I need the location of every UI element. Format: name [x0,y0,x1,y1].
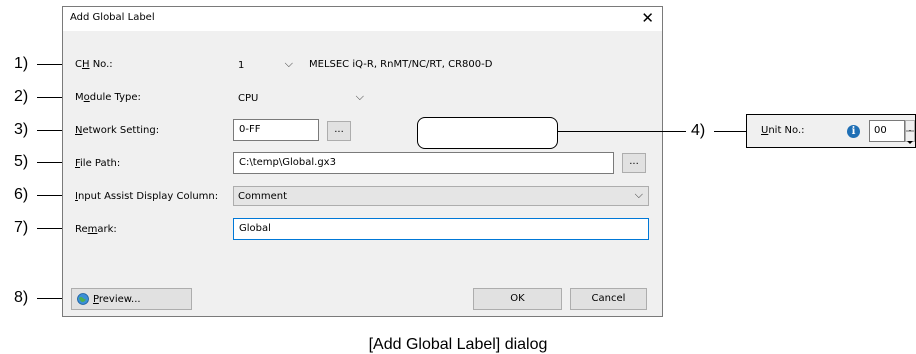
ch-no-description: MELSEC iQ-R, RnMT/NC/RT, CR800-D [309,59,493,70]
unit-no-input[interactable]: 00 [869,120,905,142]
close-icon[interactable]: ✕ [641,9,654,27]
callout-8: 8) [14,289,29,306]
preview-globe-icon [77,293,89,305]
ok-button[interactable]: OK [473,288,562,310]
callout-line-4b [714,131,746,132]
info-icon: i [847,125,860,138]
callout-2: 2) [14,88,29,105]
preview-button[interactable]: Preview... [71,288,192,310]
input-assist-label: Input Assist Display Column: [75,191,219,202]
callout-3: 3) [14,121,29,138]
callout-5: 5) [14,153,29,170]
ch-no-label: CH No.: [75,59,113,70]
ch-no-select[interactable]: 1 ⌵ [233,55,299,75]
module-type-label: Module Type: [75,92,141,103]
callout-line-4a [558,131,686,132]
unit-no-inset: Unit No.: i 00 [746,114,916,148]
unit-no-placeholder-box [417,117,558,149]
chevron-down-icon: ⌵ [634,188,643,201]
network-setting-browse-button[interactable]: ... [327,121,351,141]
callout-7: 7) [14,219,29,236]
callout-1: 1) [14,55,29,72]
chevron-down-icon: ⌵ [284,57,293,70]
module-type-select[interactable]: CPU ⌵ [233,88,370,108]
chevron-down-icon: ⌵ [355,90,364,103]
network-setting-input[interactable]: 0-FF [233,119,319,141]
file-path-label: File Path: [75,158,121,169]
cancel-button[interactable]: Cancel [570,288,647,310]
file-path-input[interactable]: C:\temp\Global.gx3 [233,152,614,174]
callout-6: 6) [14,186,29,203]
add-global-label-dialog: Add Global Label ✕ CH No.: 1 ⌵ MELSEC iQ… [62,6,663,317]
figure-caption: [Add Global Label] dialog [368,336,548,353]
unit-no-label: Unit No.: [761,125,805,136]
network-setting-label: Network Setting: [75,125,160,136]
title-bar: Add Global Label ✕ [63,7,662,31]
spin-down-icon[interactable] [905,131,915,144]
remark-label: Remark: [75,224,117,235]
remark-input[interactable]: Global [233,218,649,240]
input-assist-select[interactable]: Comment ⌵ [233,186,649,206]
dialog-title: Add Global Label [70,12,155,23]
file-path-browse-button[interactable]: ... [622,153,646,173]
callout-4: 4) [691,122,706,139]
spin-up-icon[interactable] [905,120,915,133]
